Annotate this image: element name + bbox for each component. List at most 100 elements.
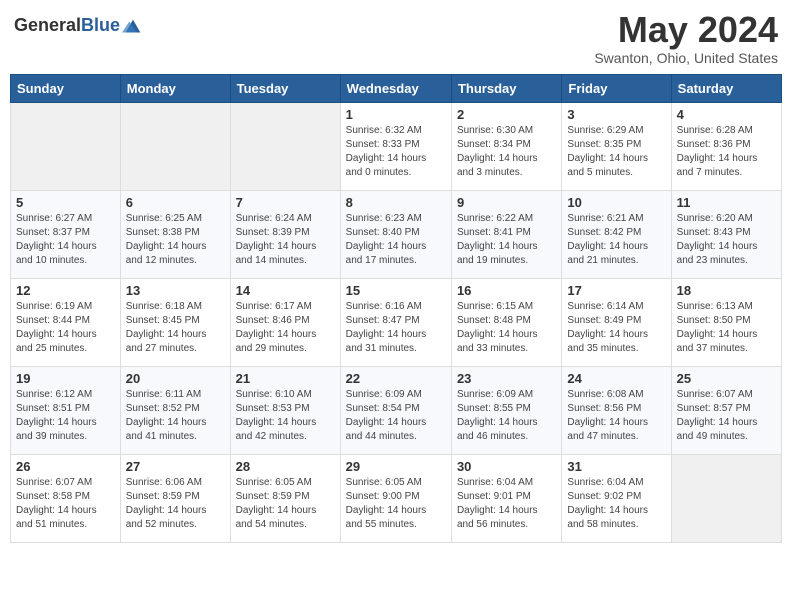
day-info: Sunrise: 6:21 AM Sunset: 8:42 PM Dayligh…	[567, 212, 665, 268]
day-number: 10	[567, 195, 665, 210]
calendar-cell: 7 Sunrise: 6:24 AM Sunset: 8:39 PM Daylig…	[230, 190, 340, 278]
day-info: Sunrise: 6:19 AM Sunset: 8:44 PM Dayligh…	[16, 300, 115, 356]
calendar-cell: 6Sunrise: 6:25 AM Sunset: 8:38 PM Daylig…	[120, 190, 230, 278]
calendar-cell: 17 Sunrise: 6:14 AM Sunset: 8:49 PM Dayli…	[562, 278, 671, 366]
calendar-cell: 1Sunrise: 6:32 AM Sunset: 8:33 PM Daylig…	[340, 102, 451, 190]
day-info: Sunrise: 6:11 AM Sunset: 8:52 PM Dayligh…	[126, 388, 225, 444]
calendar-cell: 5 Sunrise: 6:27 AM Sunset: 8:37 PM Daylig…	[11, 190, 121, 278]
day-number: 27	[126, 459, 225, 474]
day-number: 17	[567, 283, 665, 298]
day-number: 30	[457, 459, 556, 474]
day-info: Sunrise: 6:09 AM Sunset: 8:54 PM Dayligh…	[346, 388, 446, 444]
day-info: Sunrise: 6:17 AM Sunset: 8:46 PM Dayligh…	[236, 300, 335, 356]
calendar-header-sunday: Sunday	[11, 74, 121, 102]
calendar-cell: 19Sunrise: 6:12 AM Sunset: 8:51 PM Dayli…	[11, 366, 121, 454]
day-info: Sunrise: 6:07 AM Sunset: 8:57 PM Dayligh…	[677, 388, 776, 444]
calendar-header-tuesday: Tuesday	[230, 74, 340, 102]
day-info: Sunrise: 6:06 AM Sunset: 8:59 PM Dayligh…	[126, 476, 225, 532]
day-info: Sunrise: 6:29 AM Sunset: 8:35 PM Dayligh…	[567, 124, 665, 180]
day-info: Sunrise: 6:16 AM Sunset: 8:47 PM Dayligh…	[346, 300, 446, 356]
calendar-cell: 29 Sunrise: 6:05 AM Sunset: 9:00 PM Dayli…	[340, 454, 451, 542]
day-info: Sunrise: 6:04 AM Sunset: 9:02 PM Dayligh…	[567, 476, 665, 532]
calendar-cell: 9Sunrise: 6:22 AM Sunset: 8:41 PM Daylig…	[451, 190, 561, 278]
calendar-cell: 26 Sunrise: 6:07 AM Sunset: 8:58 PM Dayli…	[11, 454, 121, 542]
day-number: 21	[236, 371, 335, 386]
calendar-cell: 27 Sunrise: 6:06 AM Sunset: 8:59 PM Dayli…	[120, 454, 230, 542]
day-number: 15	[346, 283, 446, 298]
location: Swanton, Ohio, United States	[594, 50, 778, 66]
calendar-cell: 18 Sunrise: 6:13 AM Sunset: 8:50 PM Dayli…	[671, 278, 781, 366]
calendar-week-row: 26 Sunrise: 6:07 AM Sunset: 8:58 PM Dayli…	[11, 454, 782, 542]
day-info: Sunrise: 6:13 AM Sunset: 8:50 PM Dayligh…	[677, 300, 776, 356]
calendar-header-saturday: Saturday	[671, 74, 781, 102]
day-number: 14	[236, 283, 335, 298]
day-number: 29	[346, 459, 446, 474]
day-number: 25	[677, 371, 776, 386]
month-title: May 2024	[594, 10, 778, 50]
day-info: Sunrise: 6:04 AM Sunset: 9:01 PM Dayligh…	[457, 476, 556, 532]
calendar-cell: 24 Sunrise: 6:08 AM Sunset: 8:56 PM Dayli…	[562, 366, 671, 454]
day-number: 18	[677, 283, 776, 298]
calendar-cell	[671, 454, 781, 542]
day-number: 13	[126, 283, 225, 298]
calendar-table: SundayMondayTuesdayWednesdayThursdayFrid…	[10, 74, 782, 543]
title-block: May 2024 Swanton, Ohio, United States	[594, 10, 778, 66]
calendar-cell: 21Sunrise: 6:10 AM Sunset: 8:53 PM Dayli…	[230, 366, 340, 454]
calendar-week-row: 5 Sunrise: 6:27 AM Sunset: 8:37 PM Daylig…	[11, 190, 782, 278]
day-info: Sunrise: 6:09 AM Sunset: 8:55 PM Dayligh…	[457, 388, 556, 444]
day-number: 7	[236, 195, 335, 210]
calendar-cell: 23 Sunrise: 6:09 AM Sunset: 8:55 PM Dayli…	[451, 366, 561, 454]
calendar-header-friday: Friday	[562, 74, 671, 102]
day-info: Sunrise: 6:28 AM Sunset: 8:36 PM Dayligh…	[677, 124, 776, 180]
day-info: Sunrise: 6:20 AM Sunset: 8:43 PM Dayligh…	[677, 212, 776, 268]
calendar-cell: 31 Sunrise: 6:04 AM Sunset: 9:02 PM Dayli…	[562, 454, 671, 542]
day-info: Sunrise: 6:24 AM Sunset: 8:39 PM Dayligh…	[236, 212, 335, 268]
calendar-header-thursday: Thursday	[451, 74, 561, 102]
calendar-cell: 15 Sunrise: 6:16 AM Sunset: 8:47 PM Dayli…	[340, 278, 451, 366]
day-number: 26	[16, 459, 115, 474]
day-info: Sunrise: 6:30 AM Sunset: 8:34 PM Dayligh…	[457, 124, 556, 180]
calendar-cell: 28Sunrise: 6:05 AM Sunset: 8:59 PM Dayli…	[230, 454, 340, 542]
logo-icon	[122, 16, 144, 38]
calendar-cell: 20 Sunrise: 6:11 AM Sunset: 8:52 PM Dayli…	[120, 366, 230, 454]
day-number: 3	[567, 107, 665, 122]
day-number: 5	[16, 195, 115, 210]
calendar-cell: 14 Sunrise: 6:17 AM Sunset: 8:46 PM Dayli…	[230, 278, 340, 366]
day-info: Sunrise: 6:05 AM Sunset: 9:00 PM Dayligh…	[346, 476, 446, 532]
day-number: 23	[457, 371, 556, 386]
page-header: GeneralBlue May 2024 Swanton, Ohio, Unit…	[10, 10, 782, 66]
logo-general: GeneralBlue	[14, 16, 120, 36]
calendar-cell: 30 Sunrise: 6:04 AM Sunset: 9:01 PM Dayli…	[451, 454, 561, 542]
calendar-cell: 25 Sunrise: 6:07 AM Sunset: 8:57 PM Dayli…	[671, 366, 781, 454]
day-number: 28	[236, 459, 335, 474]
day-info: Sunrise: 6:14 AM Sunset: 8:49 PM Dayligh…	[567, 300, 665, 356]
day-number: 8	[346, 195, 446, 210]
day-info: Sunrise: 6:07 AM Sunset: 8:58 PM Dayligh…	[16, 476, 115, 532]
day-number: 9	[457, 195, 556, 210]
calendar-cell: 4 Sunrise: 6:28 AM Sunset: 8:36 PM Daylig…	[671, 102, 781, 190]
day-number: 1	[346, 107, 446, 122]
calendar-header-wednesday: Wednesday	[340, 74, 451, 102]
calendar-cell: 22 Sunrise: 6:09 AM Sunset: 8:54 PM Dayli…	[340, 366, 451, 454]
calendar-header-monday: Monday	[120, 74, 230, 102]
day-number: 22	[346, 371, 446, 386]
day-number: 20	[126, 371, 225, 386]
calendar-cell: 10 Sunrise: 6:21 AM Sunset: 8:42 PM Dayli…	[562, 190, 671, 278]
calendar-cell	[11, 102, 121, 190]
calendar-cell: 12 Sunrise: 6:19 AM Sunset: 8:44 PM Dayli…	[11, 278, 121, 366]
day-number: 16	[457, 283, 556, 298]
day-info: Sunrise: 6:08 AM Sunset: 8:56 PM Dayligh…	[567, 388, 665, 444]
calendar-cell: 2 Sunrise: 6:30 AM Sunset: 8:34 PM Daylig…	[451, 102, 561, 190]
logo: GeneralBlue	[14, 14, 144, 38]
day-number: 12	[16, 283, 115, 298]
day-info: Sunrise: 6:27 AM Sunset: 8:37 PM Dayligh…	[16, 212, 115, 268]
day-number: 19	[16, 371, 115, 386]
calendar-cell: 16Sunrise: 6:15 AM Sunset: 8:48 PM Dayli…	[451, 278, 561, 366]
day-number: 2	[457, 107, 556, 122]
calendar-cell: 11Sunrise: 6:20 AM Sunset: 8:43 PM Dayli…	[671, 190, 781, 278]
calendar-cell	[230, 102, 340, 190]
day-number: 24	[567, 371, 665, 386]
day-number: 4	[677, 107, 776, 122]
calendar-cell	[120, 102, 230, 190]
day-number: 31	[567, 459, 665, 474]
